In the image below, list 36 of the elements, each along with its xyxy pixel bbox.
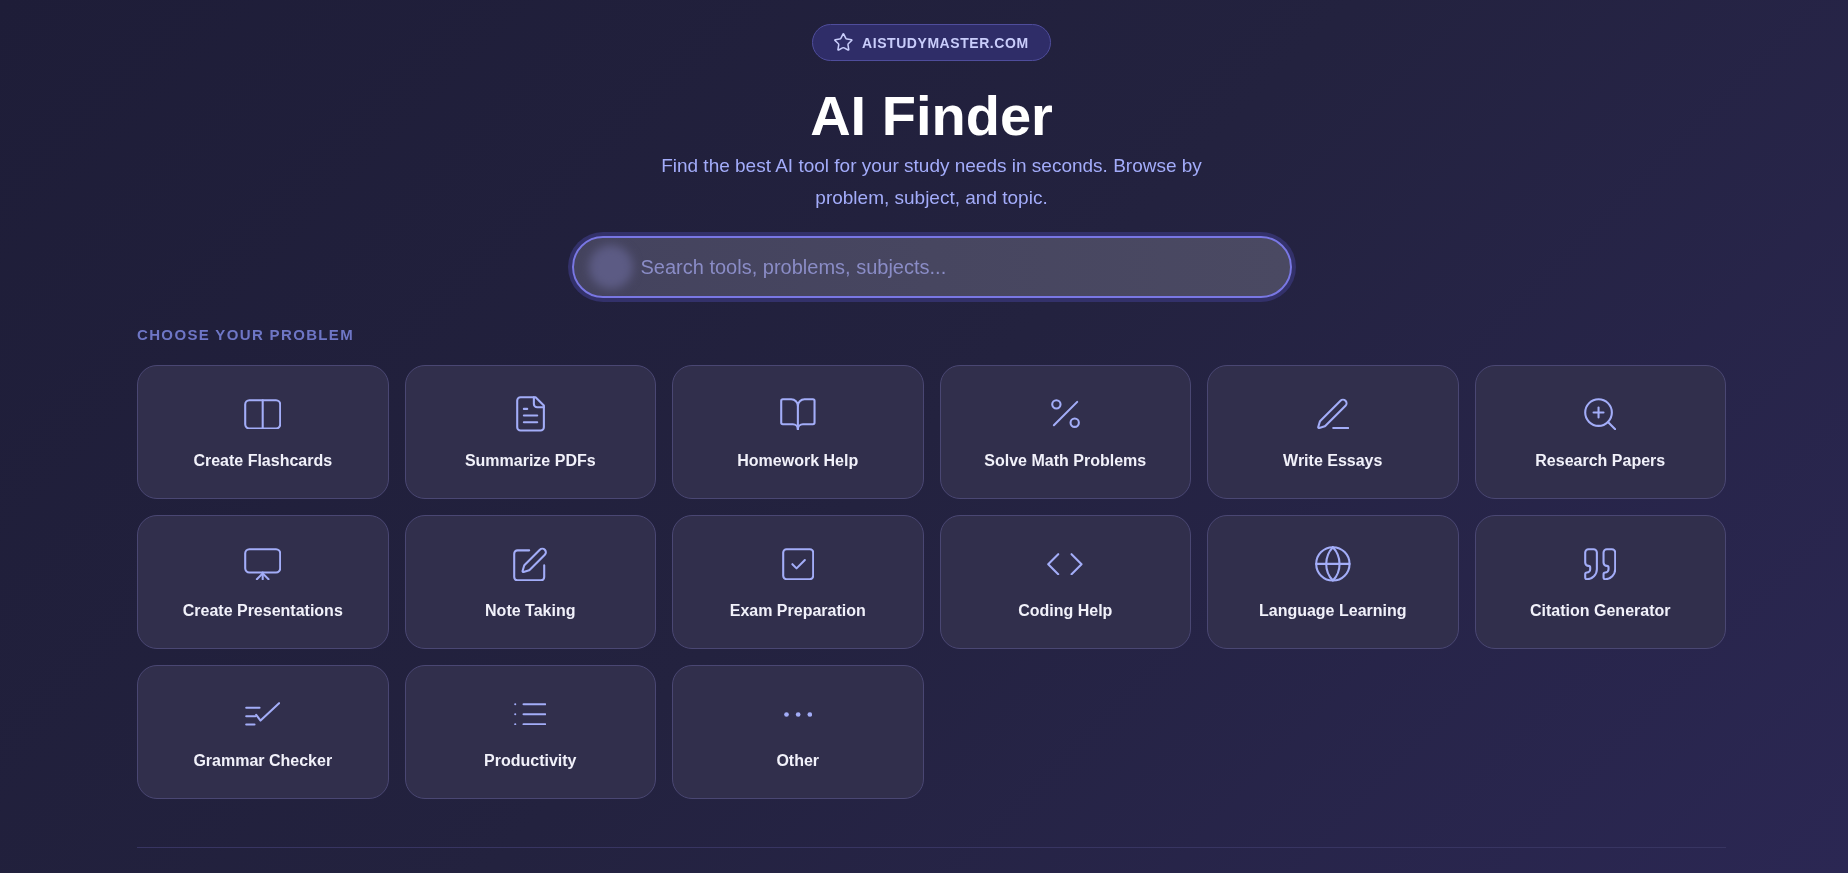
problem-card[interactable]: Homework Help: [672, 365, 924, 499]
list-icon: [514, 702, 547, 726]
problem-card[interactable]: Productivity: [404, 665, 656, 799]
problem-card[interactable]: Create Flashcards: [137, 365, 389, 499]
split-rectangle-icon: [244, 398, 282, 430]
ellipsis-icon: [783, 711, 812, 717]
document-icon: [515, 396, 545, 432]
problem-card[interactable]: Write Essays: [1207, 365, 1459, 499]
presentation-screen-icon: [244, 547, 282, 581]
problem-card[interactable]: Language Learning: [1207, 515, 1459, 649]
problem-card[interactable]: Grammar Checker: [137, 665, 389, 799]
page-title: AI Finder: [810, 88, 1053, 144]
problem-card[interactable]: Summarize PDFs: [404, 365, 656, 499]
section-heading: CHOOSE YOUR PROBLEM: [137, 325, 356, 345]
star-icon: [834, 33, 853, 52]
problem-card[interactable]: Solve Math Problems: [939, 365, 1191, 499]
lines-check-icon: [245, 702, 281, 726]
problem-card[interactable]: Exam Preparation: [672, 515, 924, 649]
problem-card[interactable]: Coding Help: [939, 515, 1191, 649]
problem-card[interactable]: Create Presentations: [137, 515, 389, 649]
problem-card[interactable]: Research Papers: [1474, 365, 1726, 499]
site-name: AISTUDYMASTER.COM: [862, 33, 1029, 53]
edit-icon: [512, 546, 548, 582]
problem-card[interactable]: Note Taking: [404, 515, 656, 649]
globe-icon: [1314, 546, 1351, 582]
check-square-icon: [781, 547, 814, 581]
code-brackets-icon: [1047, 552, 1084, 576]
open-book-icon: [779, 397, 816, 431]
page-subtitle: Find the best AI tool for your study needs in seconds. Browse by problem, subject, and topic.: [660, 154, 1203, 210]
zoom-in-icon: [1584, 397, 1617, 431]
search-field[interactable]: Search tools, problems, subjects...: [571, 236, 1292, 298]
problem-card[interactable]: Other: [672, 665, 924, 799]
problem-card[interactable]: Citation Generator: [1474, 515, 1726, 649]
pen-icon: [1316, 398, 1349, 430]
quote-icon: [1584, 547, 1617, 581]
percent-icon: [1050, 399, 1080, 429]
